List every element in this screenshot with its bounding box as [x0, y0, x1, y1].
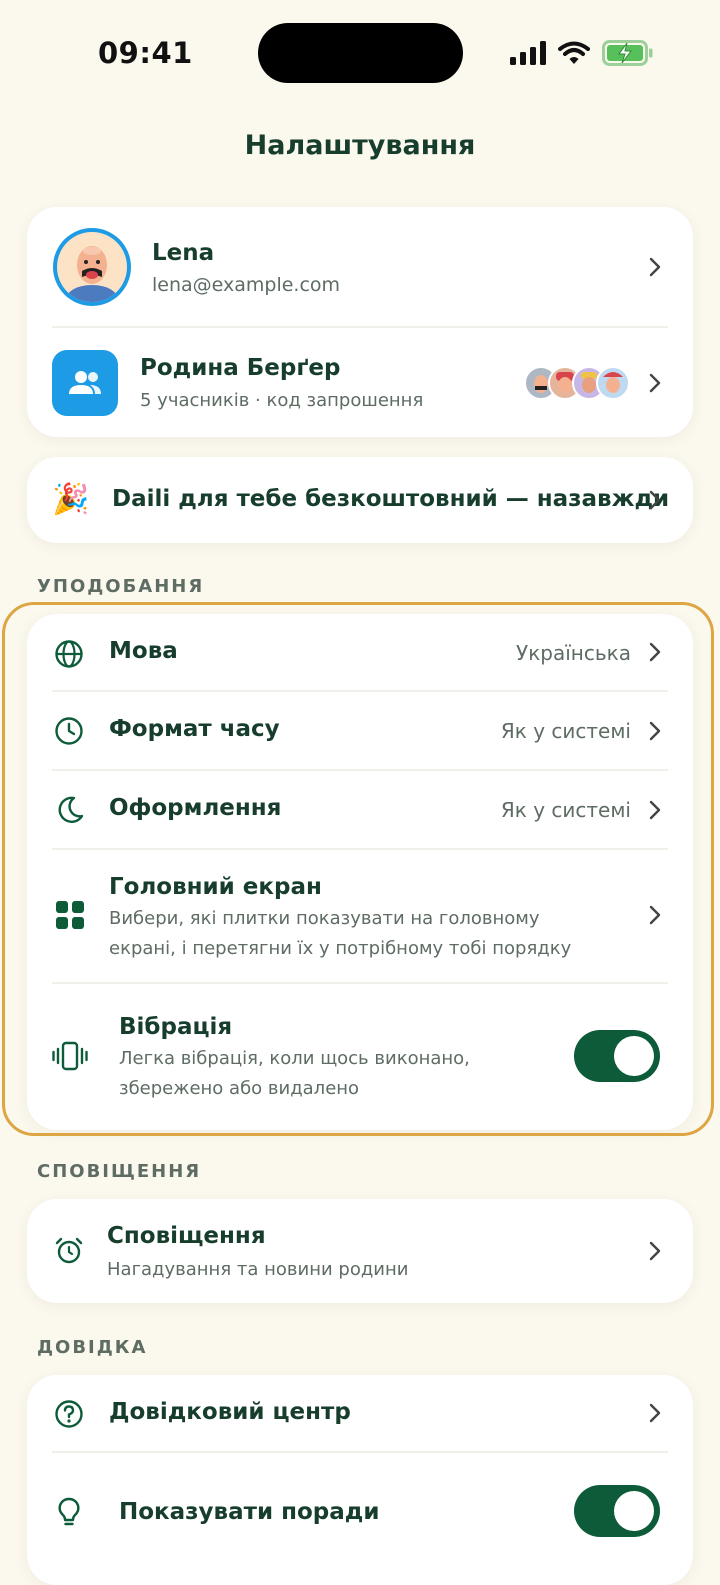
family-row[interactable]: Родина Берґер 5 учасників · код запрошен… [27, 328, 693, 437]
chevron-right-icon [649, 800, 661, 820]
time-format-label: Формат часу [109, 716, 280, 742]
people-icon [69, 371, 101, 394]
home-screen-label: Головний екран [109, 874, 322, 900]
language-label: Мова [109, 638, 178, 664]
chevron-right-icon [649, 490, 661, 510]
status-bar: 09:41 [0, 0, 720, 100]
section-header-preferences: УПОДОБАННЯ [37, 576, 205, 597]
account-card: Lena lena@example.com Родина Берґер 5 уч… [27, 207, 693, 437]
wifi-icon [558, 41, 590, 64]
vibration-description: Легка вібрація, коли щось виконано, збер… [119, 1048, 470, 1099]
family-name: Родина Берґер [140, 355, 341, 381]
party-popper-icon: 🎉 [52, 482, 90, 517]
appearance-label: Оформлення [109, 795, 282, 821]
appearance-row[interactable]: Оформлення Як у системі [27, 771, 693, 848]
chevron-right-icon [649, 1241, 661, 1261]
cellular-signal-icon [510, 41, 546, 65]
promo-text: Daili для тебе безкоштовний — назавжди [112, 486, 670, 512]
clock-icon [55, 717, 83, 745]
vibration-icon [52, 1041, 88, 1071]
globe-icon [55, 640, 83, 668]
page-title: Налаштування [244, 130, 476, 161]
status-time: 09:41 [98, 36, 193, 70]
time-format-value: Як у системі [500, 719, 631, 743]
time-format-row[interactable]: Формат часу Як у системі [27, 692, 693, 769]
family-member-avatars [524, 366, 630, 400]
notifications-card[interactable]: Сповіщення Нагадування та новини родини [27, 1199, 693, 1303]
chevron-right-icon [649, 642, 661, 662]
dynamic-island [258, 23, 463, 83]
toggle-knob [614, 1491, 654, 1531]
profile-name: Lena [152, 240, 215, 266]
family-subtitle: 5 учасників · код запрошення [140, 390, 424, 411]
preferences-card: Мова Українська Формат часу Як у системі… [27, 614, 693, 1130]
section-header-notifications: СПОВІЩЕННЯ [37, 1161, 202, 1182]
chevron-right-icon [649, 257, 661, 277]
status-icons [510, 38, 654, 68]
notifications-label: Сповіщення [107, 1223, 266, 1249]
help-center-row[interactable]: Довідковий центр [27, 1375, 693, 1451]
alarm-clock-icon [55, 1237, 83, 1264]
profile-email: lena@example.com [152, 274, 341, 296]
moon-icon [58, 796, 84, 823]
family-icon-tile [52, 350, 118, 416]
chevron-right-icon [649, 905, 661, 925]
grid-tiles-icon [56, 901, 84, 929]
home-screen-row[interactable]: Головний екран Вибери, які плитки показу… [27, 850, 693, 982]
section-header-help: ДОВІДКА [37, 1337, 148, 1358]
tips-row: Показувати поради [27, 1453, 693, 1573]
appearance-value: Як у системі [500, 798, 631, 822]
promo-card[interactable]: 🎉 Daili для тебе безкоштовний — назавжди [27, 457, 693, 543]
profile-row[interactable]: Lena lena@example.com [27, 207, 693, 327]
chevron-right-icon [649, 721, 661, 741]
vibration-toggle[interactable] [574, 1030, 660, 1082]
home-screen-description: Вибери, які плитки показувати на головно… [109, 908, 572, 959]
lightbulb-icon [58, 1497, 80, 1526]
vibration-label: Вібрація [119, 1014, 233, 1040]
vibration-row: Вібрація Легка вібрація, коли щось викон… [27, 984, 693, 1130]
help-card: Довідковий центр Показувати поради [27, 1375, 693, 1585]
notifications-description: Нагадування та новини родини [107, 1259, 409, 1280]
tips-label: Показувати поради [119, 1499, 380, 1525]
question-circle-icon [55, 1400, 83, 1428]
tips-toggle[interactable] [574, 1485, 660, 1537]
language-value: Українська [516, 641, 631, 665]
help-center-label: Довідковий центр [109, 1399, 351, 1425]
toggle-knob [614, 1036, 654, 1076]
user-avatar [53, 228, 131, 306]
chevron-right-icon [649, 1403, 661, 1423]
battery-charging-icon [602, 40, 653, 66]
language-row[interactable]: Мова Українська [27, 614, 693, 690]
chevron-right-icon [649, 373, 661, 393]
